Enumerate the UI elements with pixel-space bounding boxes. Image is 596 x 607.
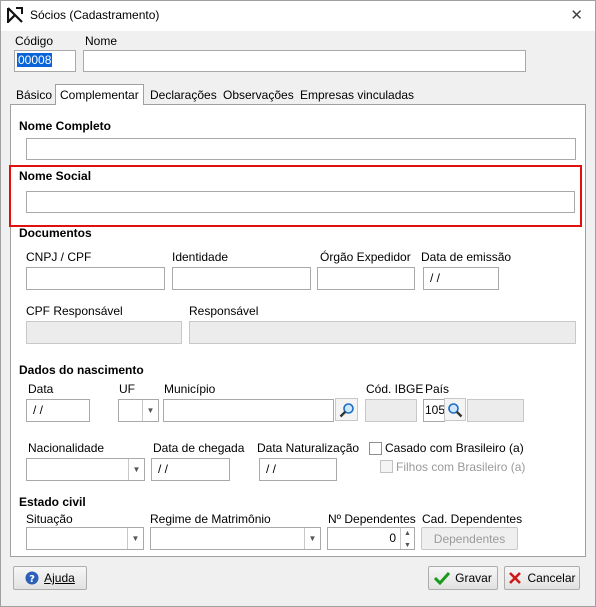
spin-arrows-icon[interactable]: ▲ ▼ (400, 528, 414, 549)
chevron-down-icon[interactable]: ▼ (127, 528, 143, 549)
casado-checkbox[interactable] (369, 442, 382, 455)
dependentes-stepper[interactable]: 0 ▲ ▼ (327, 527, 415, 550)
dependentes-button: Dependentes (421, 527, 518, 550)
nome-completo-field[interactable] (26, 138, 576, 160)
tab-observacoes[interactable]: Observações (219, 87, 298, 105)
data-chegada-field[interactable]: / / (151, 458, 230, 481)
pais-search-button[interactable] (444, 398, 466, 421)
codigo-field[interactable]: 00008 (14, 50, 76, 72)
gravar-button[interactable]: Gravar (428, 566, 498, 590)
casado-label: Casado com Brasileiro (a) (385, 441, 524, 455)
data-naturalizacao-label: Data Naturalização (257, 441, 360, 455)
data-emissao-field[interactable]: / / (423, 267, 499, 290)
data-naturalizacao-field[interactable]: / / (259, 458, 337, 481)
cod-ibge-label: Cód. IBGE (366, 382, 424, 396)
cad-dependentes-label: Cad. Dependentes (422, 512, 523, 526)
window-title: Sócios (Cadastramento) (30, 8, 160, 22)
codigo-value: 00008 (17, 53, 53, 67)
dependentes-label: Nº Dependentes (328, 512, 416, 526)
tab-strip: Básico Complementar Declarações Observaç… (10, 84, 586, 106)
responsavel-field (189, 321, 576, 344)
responsavel-label: Responsável (189, 304, 259, 318)
svg-text:?: ? (29, 574, 35, 585)
nome-social-field[interactable] (26, 191, 575, 213)
help-icon: ? (25, 571, 39, 585)
cod-ibge-field (365, 399, 417, 422)
chevron-down-icon[interactable]: ▼ (142, 400, 158, 421)
nome-completo-label: Nome Completo (19, 119, 112, 133)
dialog-window: Sócios (Cadastramento) ✕ Código 00008 No… (0, 0, 596, 607)
tab-basico[interactable]: Básico (12, 87, 56, 105)
orgao-expedidor-field[interactable] (317, 267, 415, 290)
municipio-search-button[interactable] (335, 398, 358, 421)
title-bar: Sócios (Cadastramento) ✕ (1, 1, 595, 31)
nome-label: Nome (85, 34, 118, 48)
cnpj-cpf-label: CNPJ / CPF (26, 250, 92, 264)
close-icon[interactable]: ✕ (570, 6, 583, 24)
regime-label: Regime de Matrimônio (150, 512, 271, 526)
gravar-label: Gravar (455, 571, 492, 585)
data-chegada-label: Data de chegada (153, 441, 245, 455)
nascimento-section-label: Dados do nascimento (19, 363, 144, 377)
ajuda-label: Ajuda (44, 571, 75, 585)
dependentes-value: 0 (389, 531, 396, 545)
chevron-down-icon[interactable]: ▼ (128, 459, 144, 480)
ajuda-button[interactable]: ? Ajuda (13, 566, 87, 590)
search-icon (448, 402, 463, 417)
filhos-checkbox (380, 460, 393, 473)
cpf-responsavel-label: CPF Responsável (26, 304, 123, 318)
situacao-label: Situação (26, 512, 73, 526)
tab-complementar[interactable]: Complementar (55, 84, 144, 106)
situacao-select[interactable]: ▼ (26, 527, 144, 550)
orgao-expedidor-label: Órgão Expedidor (320, 250, 411, 264)
pais-name-field (467, 399, 524, 422)
cpf-responsavel-field (26, 321, 182, 344)
nome-field[interactable] (83, 50, 526, 72)
uf-label: UF (119, 382, 135, 396)
tab-empresas-vinculadas[interactable]: Empresas vinculadas (296, 87, 418, 105)
cnpj-cpf-field[interactable] (26, 267, 165, 290)
municipio-field[interactable] (163, 399, 334, 422)
data-nascimento-label: Data (28, 382, 54, 396)
nome-social-label: Nome Social (19, 169, 92, 183)
nacionalidade-select[interactable]: ▼ (26, 458, 145, 481)
cancelar-label: Cancelar (527, 571, 576, 585)
cancel-x-icon (509, 572, 522, 584)
search-icon (339, 402, 354, 417)
uf-select[interactable]: ▼ (118, 399, 159, 422)
filhos-label: Filhos com Brasileiro (a) (396, 460, 526, 474)
documentos-section-label: Documentos (19, 226, 92, 240)
codigo-label: Código (15, 34, 54, 48)
cancelar-button[interactable]: Cancelar (504, 566, 580, 590)
tab-declaracoes[interactable]: Declarações (146, 87, 221, 105)
regime-select[interactable]: ▼ (150, 527, 321, 550)
data-emissao-label: Data de emissão (421, 250, 512, 264)
identidade-label: Identidade (172, 250, 229, 264)
data-nascimento-field[interactable]: / / (26, 399, 90, 422)
identidade-field[interactable] (172, 267, 311, 290)
pais-code-field[interactable]: 105 (423, 399, 445, 422)
pais-label: País (425, 382, 450, 396)
check-icon (434, 571, 451, 585)
estado-civil-section-label: Estado civil (19, 495, 86, 509)
chevron-down-icon[interactable]: ▼ (304, 528, 320, 549)
municipio-label: Município (164, 382, 216, 396)
app-logo-icon (7, 7, 23, 23)
nacionalidade-label: Nacionalidade (28, 441, 105, 455)
